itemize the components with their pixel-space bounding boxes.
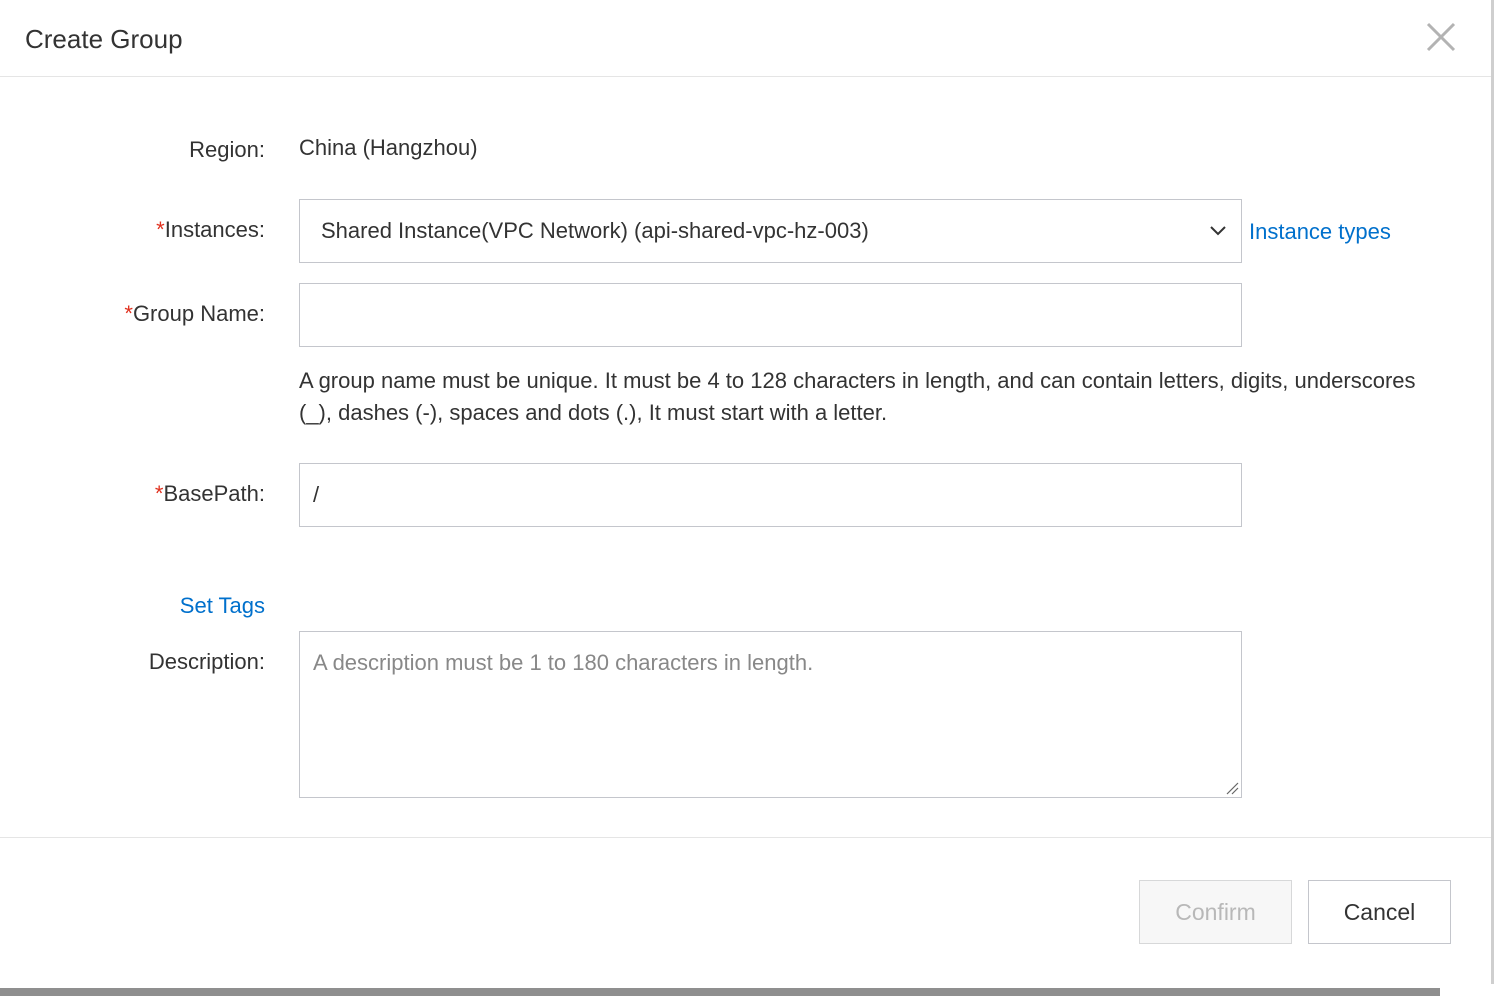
group-name-input[interactable] (299, 283, 1242, 347)
instance-types-link[interactable]: Instance types (1249, 217, 1391, 247)
group-name-label-text: Group Name: (132, 301, 265, 326)
instances-label-text: Instances: (164, 217, 265, 242)
description-placeholder: A description must be 1 to 180 character… (313, 650, 814, 675)
required-mark: * (124, 301, 133, 326)
instances-select[interactable]: Shared Instance(VPC Network) (api-shared… (299, 199, 1242, 263)
background-page-peek (1440, 984, 1494, 996)
group-name-help-text: A group name must be unique. It must be … (299, 368, 1416, 425)
basepath-value: / (313, 482, 320, 507)
create-group-dialog: Create Group Region: China (Hangzhou) *I… (0, 0, 1491, 988)
description-textarea[interactable]: A description must be 1 to 180 character… (299, 631, 1242, 798)
dialog-header: Create Group (0, 0, 1491, 77)
instances-selected-value: Shared Instance(VPC Network) (api-shared… (321, 218, 869, 243)
cancel-button[interactable]: Cancel (1308, 880, 1451, 944)
set-tags-link[interactable]: Set Tags (180, 591, 265, 621)
backdrop-strip (0, 984, 1494, 996)
basepath-input[interactable]: / (299, 463, 1242, 527)
basepath-label-text: BasePath: (163, 481, 265, 506)
region-value: China (Hangzhou) (299, 135, 478, 160)
instances-label: *Instances: (156, 215, 265, 245)
chevron-down-icon (1209, 222, 1227, 240)
resize-handle-icon[interactable] (1225, 781, 1239, 795)
confirm-button[interactable]: Confirm (1139, 880, 1292, 944)
close-icon[interactable] (1422, 18, 1460, 56)
region-label: Region: (189, 137, 265, 162)
required-mark: * (156, 217, 165, 242)
dialog-title: Create Group (25, 24, 183, 54)
group-name-label: *Group Name: (124, 299, 265, 329)
basepath-label: *BasePath: (155, 479, 265, 509)
description-label: Description: (148, 649, 265, 674)
footer-divider (0, 837, 1491, 838)
